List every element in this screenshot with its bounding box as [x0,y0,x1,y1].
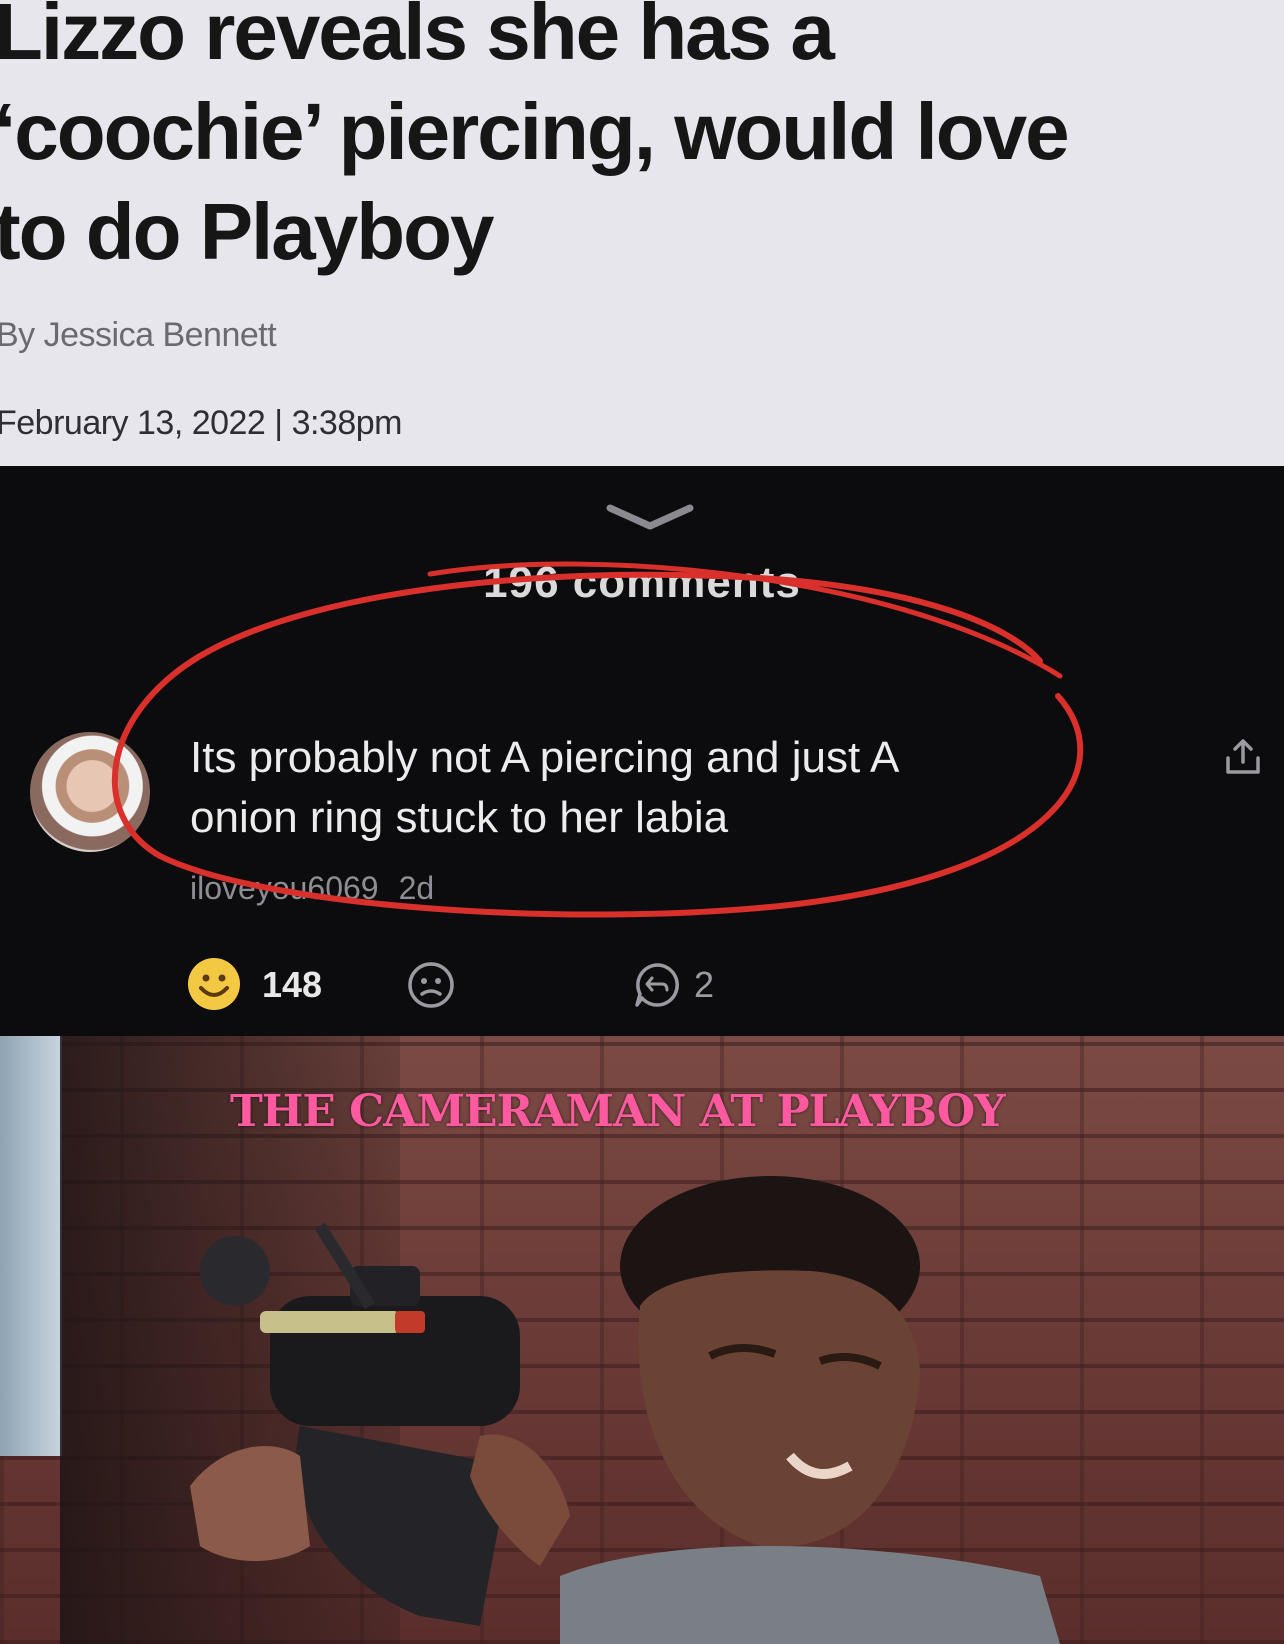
comment-line-1: Its probably not A piercing and just A [190,733,900,782]
sad-icon[interactable] [406,960,456,1010]
comments-panel: 196 comments Its probably not A piercing… [0,466,1284,1036]
smile-icon[interactable] [186,956,242,1012]
comment-line-2: onion ring stuck to her labia [190,793,729,842]
window-background [0,1036,62,1456]
movie-still: THE CAMERAMAN AT PLAYBOY [0,1036,1284,1644]
comment-meta: iloveyou6069 2d [190,870,434,907]
comments-count: 196 comments [483,558,801,607]
comment-age: 2d [398,870,435,906]
article-header: Lizzo reveals she has a ‘coochie’ pierci… [0,0,1284,466]
headline-line-3: to do Playboy [0,187,494,276]
meme-page: Lizzo reveals she has a ‘coochie’ pierci… [0,0,1284,1644]
cameraman-image [560,1176,1060,1644]
reaction-bar: 148 2 [186,956,886,1012]
avatar[interactable] [30,732,150,852]
publish-date: February 13, 2022 | 3:38pm [0,404,402,442]
video-camera-image [190,1222,570,1626]
reply-count: 2 [694,964,715,1005]
chevron-down-icon[interactable] [600,496,700,536]
comment-username[interactable]: iloveyou6069 [190,870,379,906]
headline-line-2: ‘coochie’ piercing, would love [0,87,1070,176]
article-headline: Lizzo reveals she has a ‘coochie’ pierci… [0,0,1284,282]
comment-body: Its probably not A piercing and just A o… [190,728,1070,848]
meme-caption: THE CAMERAMAN AT PLAYBOY [230,1086,1006,1137]
share-icon[interactable] [1222,736,1264,778]
byline: By Jessica Bennett [0,316,277,355]
byline-prefix: By [0,316,35,354]
reply-icon[interactable] [632,960,682,1010]
author-link[interactable]: Jessica Bennett [44,316,277,354]
headline-line-1: Lizzo reveals she has a [0,0,835,76]
like-count: 148 [262,964,323,1005]
